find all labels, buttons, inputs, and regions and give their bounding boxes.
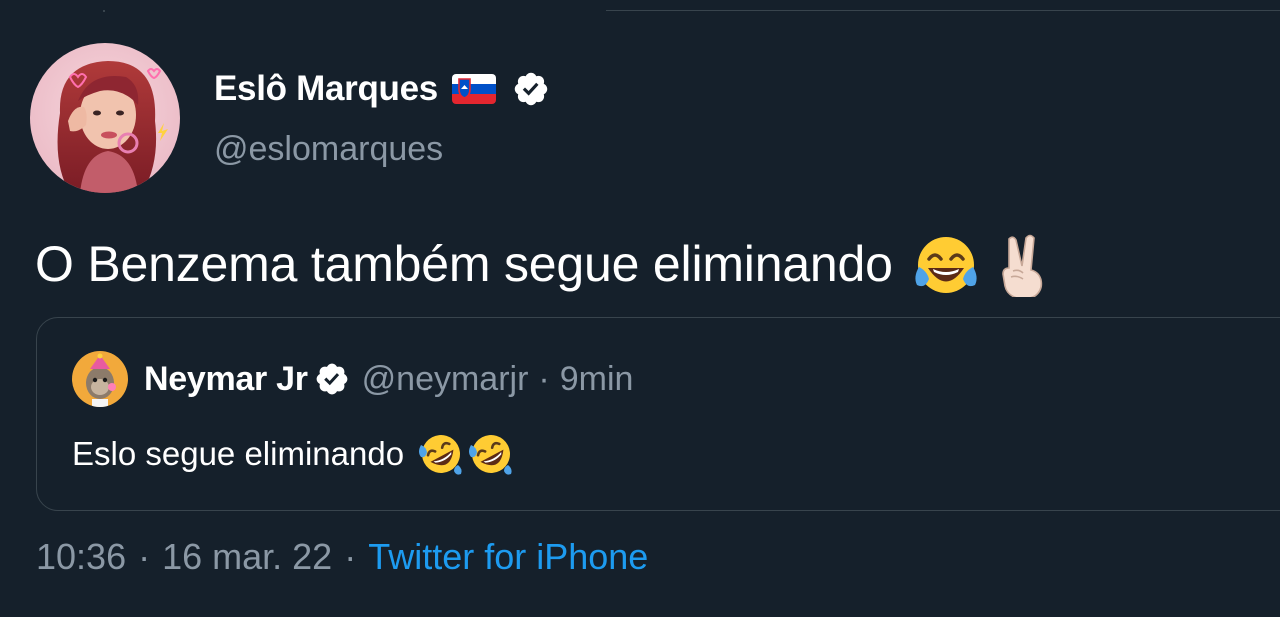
tweet-timestamp-date[interactable]: 16 mar. 22 bbox=[162, 536, 332, 578]
quoted-author-handle[interactable]: @neymarjr bbox=[362, 360, 529, 399]
tweet-source-link[interactable]: Twitter for iPhone bbox=[368, 536, 648, 578]
meta-separator: · bbox=[344, 536, 357, 577]
quoted-tweet-text: Eslo segue eliminando bbox=[72, 435, 405, 472]
victory-hand-icon bbox=[997, 231, 1049, 300]
quoted-tweet-header: Neymar Jr @neymarjr · 9min bbox=[72, 349, 633, 409]
quoted-tweet-card[interactable]: Neymar Jr @neymarjr · 9min Eslo segue el… bbox=[36, 317, 1280, 511]
tweet-text: O Benzema também segue eliminando bbox=[35, 236, 893, 292]
quoted-header-separator: · bbox=[538, 359, 550, 398]
author-handle[interactable]: @eslomarques bbox=[214, 130, 443, 169]
tweet-text-row: O Benzema também segue eliminando bbox=[35, 226, 1049, 302]
top-divider bbox=[606, 10, 1280, 11]
quoted-author-display-name[interactable]: Neymar Jr bbox=[144, 360, 308, 399]
verified-badge-icon bbox=[314, 361, 350, 397]
slovenia-flag-icon bbox=[451, 74, 496, 104]
tweet-detail-view: Eslô Marques @eslomarques O Benzema tamb… bbox=[0, 0, 1280, 617]
quoted-author-avatar[interactable] bbox=[72, 351, 128, 407]
tweet-meta-row: 10:36 · 16 mar. 22 · Twitter for iPhone bbox=[36, 532, 648, 582]
tweet-timestamp-time[interactable]: 10:36 bbox=[36, 536, 126, 578]
author-display-name[interactable]: Eslô Marques bbox=[214, 69, 438, 109]
author-name-row[interactable]: Eslô Marques bbox=[214, 67, 550, 111]
divider-fragment bbox=[103, 10, 105, 12]
face-with-tears-of-joy-icon bbox=[913, 231, 979, 297]
author-avatar[interactable] bbox=[30, 43, 180, 193]
verified-badge-icon bbox=[512, 70, 550, 108]
quoted-tweet-time[interactable]: 9min bbox=[560, 360, 634, 399]
quoted-tweet-body: Eslo segue eliminando bbox=[72, 426, 514, 482]
meta-separator: · bbox=[138, 536, 151, 577]
rolling-on-floor-laughing-icon bbox=[468, 431, 514, 477]
rolling-on-floor-laughing-icon bbox=[418, 431, 464, 477]
